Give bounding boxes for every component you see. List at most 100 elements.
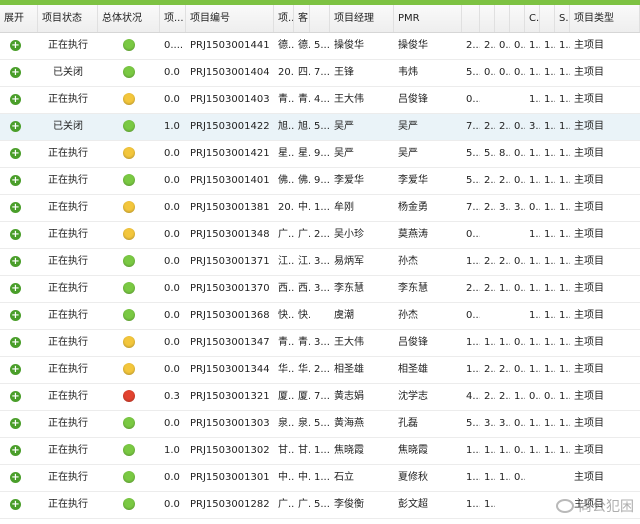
project-code-cell: PRJ1503001348 — [190, 229, 270, 240]
col11-cell — [480, 303, 495, 329]
project-status-cell: 正在执行 — [48, 364, 88, 375]
expand-row-icon[interactable]: + — [10, 471, 21, 483]
expand-row-icon[interactable]: + — [10, 417, 21, 429]
progress-cell: 0.0 — [164, 175, 180, 186]
pmr-cell: 孙杰 — [398, 310, 418, 321]
project-manager-cell: 吴严 — [334, 121, 354, 132]
table-row[interactable]: + 正在执行 0.0 PRJ1503001347 青... 青... 3... 王大伟 吕俊锋 1… — [0, 330, 640, 357]
table-row[interactable]: + 正在执行 0.0 PRJ1503001370 西... 西... 3... 李东慧 李东慧 2… — [0, 276, 640, 303]
expand-cell: + — [0, 222, 38, 248]
header-col-s[interactable]: S... — [555, 5, 570, 32]
expand-row-icon[interactable]: + — [10, 444, 21, 456]
col13-cell — [510, 222, 525, 248]
header-col-5[interactable]: 项... — [274, 5, 294, 32]
col10-cell: 4... — [466, 391, 480, 402]
col-s-cell: 1... — [559, 391, 570, 402]
health-cell — [98, 411, 160, 437]
header-overall-health[interactable]: 总体状况 — [98, 5, 160, 32]
header-col-7[interactable] — [310, 5, 330, 32]
pmr-cell: 焦晓霞 — [398, 445, 428, 456]
header-project-type[interactable]: 项目类型 — [570, 5, 640, 32]
expand-row-icon[interactable]: + — [10, 498, 21, 510]
project-manager-cell: 石立 — [334, 472, 354, 483]
header-col-c[interactable]: C... — [525, 5, 540, 32]
header-col-12[interactable] — [495, 5, 510, 32]
expand-row-icon[interactable]: + — [10, 201, 21, 213]
header-pmr[interactable]: PMR — [394, 5, 462, 32]
region-cell: 快... — [278, 310, 294, 321]
health-cell — [98, 492, 160, 518]
health-yellow-icon — [123, 363, 135, 375]
expand-row-icon[interactable]: + — [10, 147, 21, 159]
col-s-cell: 1... — [559, 337, 570, 348]
table-row[interactable]: + 正在执行 0.0 PRJ1503001348 广... 广... 2... 吴小珍 莫燕涛 0… — [0, 222, 640, 249]
table-row[interactable]: + 已关闭 0.0 PRJ1503001404 20... 四... 7... 王锋 韦炜 5..… — [0, 60, 640, 87]
header-project-status[interactable]: 项目状态 — [38, 5, 98, 32]
expand-row-icon[interactable]: + — [10, 309, 21, 321]
col-s-cell: 1... — [559, 229, 570, 240]
project-status-cell: 正在执行 — [48, 310, 88, 321]
col-c-cell: 3... — [529, 121, 540, 132]
table-row[interactable]: + 正在执行 0.0 PRJ1503001282 广... 广... 5... 李俊衡 彭文超 1… — [0, 492, 640, 519]
expand-row-icon[interactable]: + — [10, 390, 21, 402]
project-type-cell: 主项目 — [574, 229, 604, 240]
expand-row-icon[interactable]: + — [10, 282, 21, 294]
table-row[interactable]: + 正在执行 0.0 PRJ1503001371 江... 江... 3... 易炳军 孙杰 1.… — [0, 249, 640, 276]
pmr-cell: 吕俊锋 — [398, 94, 428, 105]
health-green-icon — [123, 471, 135, 483]
header-col-10[interactable] — [462, 5, 480, 32]
project-type-cell: 主项目 — [574, 175, 604, 186]
col12-cell: 8... — [499, 148, 510, 159]
table-row[interactable]: + 正在执行 0.3 PRJ1503001321 厦... 厦... 7... 黄志娟 沈学志 4… — [0, 384, 640, 411]
col15-cell — [540, 492, 555, 518]
header-project-manager[interactable]: 项目经理 — [330, 5, 394, 32]
header-col-15[interactable] — [540, 5, 555, 32]
col-s-cell: 1... — [559, 94, 570, 105]
expand-row-icon[interactable]: + — [10, 93, 21, 105]
table-row[interactable]: + 正在执行 0.0 PRJ1503001381 20... 中... 1... 牟刚 杨金勇 7… — [0, 195, 640, 222]
expand-row-icon[interactable]: + — [10, 66, 21, 78]
header-col-11[interactable] — [480, 5, 495, 32]
table-row[interactable]: + 正在执行 0.0 PRJ1503001303 泉... 泉... 5... 黄海燕 孔磊 5.… — [0, 411, 640, 438]
table-row[interactable]: + 正在执行 0.0 PRJ1503001421 星... 星... 9... 吴严 吴严 5..… — [0, 141, 640, 168]
pmr-cell: 孔磊 — [398, 418, 418, 429]
health-green-icon — [123, 255, 135, 267]
table-row[interactable]: + 正在执行 0.0 PRJ1503001401 佛... 佛... 9... 李爱华 李爱华 5… — [0, 168, 640, 195]
col11-cell: 2... — [484, 256, 495, 267]
header-customer[interactable]: 客... — [294, 5, 310, 32]
col10-cell: 7... — [466, 121, 480, 132]
header-expand[interactable]: 展开 — [0, 5, 38, 32]
expand-row-icon[interactable]: + — [10, 255, 21, 267]
table-row[interactable]: + 正在执行 0.0 PRJ1503001403 青... 青... 4... 王大伟 吕俊锋 0… — [0, 87, 640, 114]
expand-row-icon[interactable]: + — [10, 336, 21, 348]
col13-cell: 0... — [514, 175, 525, 186]
health-green-icon — [123, 39, 135, 51]
col12-cell: 2... — [499, 175, 510, 186]
table-row[interactable]: + 正在执行 0.0 PRJ1503001301 中... 中... 1... 石立 夏修秋 1.… — [0, 465, 640, 492]
customer-cell: 佛... — [298, 175, 310, 186]
col-c-cell: 1... — [529, 310, 540, 321]
expand-row-icon[interactable]: + — [10, 228, 21, 240]
header-col-3[interactable]: 项... — [160, 5, 186, 32]
col10-cell: 0... — [466, 94, 480, 105]
expand-row-icon[interactable]: + — [10, 174, 21, 186]
col7-cell: 7... — [314, 391, 330, 402]
header-project-code[interactable]: 项目编号 — [186, 5, 274, 32]
table-row[interactable]: + 正在执行 0.0 PRJ1503001368 快... 快... 虞潮 孙杰 0... 1..… — [0, 303, 640, 330]
expand-row-icon[interactable]: + — [10, 39, 21, 51]
table-row[interactable]: + 正在执行 1.0 PRJ1503001302 甘... 甘... 1... 焦晓霞 焦晓霞 1… — [0, 438, 640, 465]
table-row[interactable]: + 已关闭 1.0 PRJ1503001422 旭... 旭... 5... 吴严 吴严 7...… — [0, 114, 640, 141]
col7-cell: 5... — [314, 121, 330, 132]
col-c-cell: 1... — [529, 40, 540, 51]
col11-cell: 1... — [484, 499, 495, 510]
expand-row-icon[interactable]: + — [10, 120, 21, 132]
project-code-cell: PRJ1503001381 — [190, 202, 270, 213]
header-col-13[interactable] — [510, 5, 525, 32]
region-cell: 佛... — [278, 175, 294, 186]
col7-cell: 1... — [314, 472, 330, 483]
health-cell — [98, 114, 160, 140]
region-cell: 江... — [278, 256, 294, 267]
table-row[interactable]: + 正在执行 0.... PRJ1503001441 德... 德... 5... 操俊华 操俊… — [0, 33, 640, 60]
expand-row-icon[interactable]: + — [10, 363, 21, 375]
table-row[interactable]: + 正在执行 0.0 PRJ1503001344 华... 华... 2... 相圣雄 相圣雄 1… — [0, 357, 640, 384]
